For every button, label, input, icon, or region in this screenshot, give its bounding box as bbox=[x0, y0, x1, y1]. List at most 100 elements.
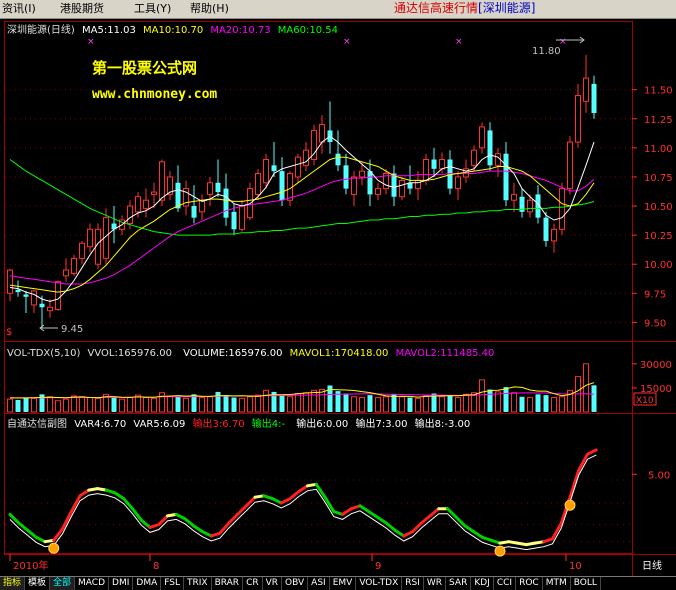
out6-label: 输出6:0.00 bbox=[296, 417, 348, 430]
ma60-label: MA60:10.54 bbox=[278, 25, 338, 36]
candle bbox=[183, 180, 189, 216]
candle-body-up bbox=[207, 182, 213, 195]
tab-boll[interactable]: BOLL bbox=[570, 577, 601, 590]
indicator-segment bbox=[192, 524, 204, 534]
candle-body-down bbox=[391, 173, 397, 197]
candle-body-up bbox=[135, 196, 141, 213]
candle bbox=[479, 122, 485, 154]
volume-bar-down bbox=[503, 387, 509, 412]
tab-emv[interactable]: EMV bbox=[329, 577, 357, 590]
candle-body-up bbox=[127, 205, 133, 224]
candle bbox=[215, 159, 221, 197]
watermark-title: 第一股票公式网 bbox=[92, 59, 197, 77]
tab-cci[interactable]: CCI bbox=[493, 577, 517, 590]
candle-body-up bbox=[71, 257, 77, 275]
var5-label: VAR5:6.09 bbox=[133, 419, 185, 430]
tab-trix[interactable]: TRIX bbox=[184, 577, 212, 590]
tab-vr[interactable]: VR bbox=[262, 577, 283, 590]
volume-bar-up bbox=[71, 395, 77, 413]
candle-body-down bbox=[271, 165, 277, 172]
candle bbox=[55, 280, 61, 311]
volume-bar-up bbox=[119, 398, 125, 413]
out4-label: 输出4:- bbox=[252, 417, 286, 430]
volume-bar-up bbox=[319, 389, 325, 413]
candle-body-up bbox=[479, 126, 485, 149]
time-tick-label: 9 bbox=[375, 561, 381, 572]
high-annotation: 11.80 bbox=[532, 36, 585, 57]
indicator-segment bbox=[358, 504, 371, 514]
candle bbox=[367, 159, 373, 207]
mavol2-label: MAVOL2:111485.40 bbox=[396, 348, 495, 359]
price-tick-label: 10.00 bbox=[644, 260, 673, 271]
candle-body-up bbox=[263, 159, 269, 184]
time-tick-label: 8 bbox=[153, 561, 159, 572]
volume-header: VOL-TDX(5,10) VVOL:165976.00 VOLUME:1659… bbox=[7, 348, 494, 359]
tab-roc[interactable]: ROC bbox=[516, 577, 543, 590]
chart-canvas[interactable]: 深圳能源(日线) MA5:11.03 MA10:10.70 MA20:10.73… bbox=[0, 19, 676, 576]
candle-body-up bbox=[399, 179, 405, 198]
volume-bar-down bbox=[407, 397, 413, 412]
candle bbox=[311, 124, 317, 166]
volume-bar-up bbox=[359, 397, 365, 413]
tab-vol-tdx[interactable]: VOL-TDX bbox=[356, 577, 403, 590]
indicator-segment bbox=[446, 507, 458, 519]
stock-title: [深圳能源] bbox=[478, 1, 536, 15]
candle-body-up bbox=[55, 281, 61, 311]
volume-bar-up bbox=[455, 397, 461, 413]
volume-bar-up bbox=[79, 396, 85, 413]
tab-cr[interactable]: CR bbox=[243, 577, 263, 590]
candle bbox=[567, 136, 573, 195]
ma20-label: MA20:10.73 bbox=[210, 25, 270, 36]
candle-body-up bbox=[151, 191, 157, 195]
vol-name-label: VOL-TDX(5,10) bbox=[7, 348, 80, 359]
indicator-segment bbox=[367, 510, 379, 519]
out7-label: 输出7:3.00 bbox=[355, 417, 407, 430]
tab-dma[interactable]: DMA bbox=[133, 577, 162, 590]
indicator-tab-bar: 指标 模板 全部 MACD DMI DMA FSL TRIX BRAR CR VR OBV ASI EMV… bbox=[0, 576, 676, 590]
menu-ganggu[interactable]: 港股期货 bbox=[60, 2, 104, 16]
tab-dmi[interactable]: DMI bbox=[109, 577, 134, 590]
tab-指标[interactable]: 指标 bbox=[0, 577, 26, 590]
volume-bar-up bbox=[295, 393, 301, 413]
tab-wr[interactable]: WR bbox=[423, 577, 447, 590]
tab-模板[interactable]: 模板 bbox=[25, 577, 51, 590]
candle-body-up bbox=[47, 306, 53, 312]
candle bbox=[591, 75, 597, 119]
mavol1-label: MAVOL1:170418.00 bbox=[290, 348, 389, 359]
tab-kdj[interactable]: KDJ bbox=[471, 577, 494, 590]
candle-body-down bbox=[231, 211, 237, 230]
out8-label: 输出8:-3.00 bbox=[415, 417, 471, 430]
candle bbox=[327, 101, 333, 154]
ma10-label: MA10:10.70 bbox=[143, 25, 203, 36]
tab-sar[interactable]: SAR bbox=[446, 577, 472, 590]
volume-bar-up bbox=[183, 397, 189, 413]
candle bbox=[487, 122, 493, 172]
indicator-segment bbox=[236, 504, 248, 516]
volume-bar-up bbox=[143, 397, 149, 413]
tab-brar[interactable]: BRAR bbox=[211, 577, 244, 590]
volume-bar-up bbox=[559, 396, 565, 413]
indicator-segment bbox=[472, 530, 484, 539]
candle-body-up bbox=[63, 269, 69, 277]
menu-gongju[interactable]: 工具(Y) bbox=[134, 2, 171, 16]
time-tick-label: 2010年 bbox=[13, 559, 48, 572]
candle bbox=[391, 165, 397, 207]
volume-bar-up bbox=[207, 396, 213, 413]
tab-obv[interactable]: OBV bbox=[282, 577, 309, 590]
menu-zixun[interactable]: 资讯(I) bbox=[2, 2, 36, 16]
tab-asi[interactable]: ASI bbox=[308, 577, 330, 590]
candle-body-down bbox=[487, 130, 493, 166]
tab-全部[interactable]: 全部 bbox=[50, 577, 76, 590]
tab-mtm[interactable]: MTM bbox=[542, 577, 571, 590]
menu-bangzhu[interactable]: 帮助(H) bbox=[190, 2, 229, 16]
candle-body-up bbox=[199, 199, 205, 213]
candle-body-down bbox=[367, 171, 373, 195]
candle-body-up bbox=[295, 156, 301, 178]
tab-macd[interactable]: MACD bbox=[75, 577, 110, 590]
volume-bar-up bbox=[199, 397, 205, 413]
candle bbox=[79, 240, 85, 265]
volume-bar-up bbox=[479, 379, 485, 413]
tab-fsl[interactable]: FSL bbox=[161, 577, 184, 590]
tab-rsi[interactable]: RSI bbox=[402, 577, 424, 590]
candle bbox=[511, 182, 517, 212]
